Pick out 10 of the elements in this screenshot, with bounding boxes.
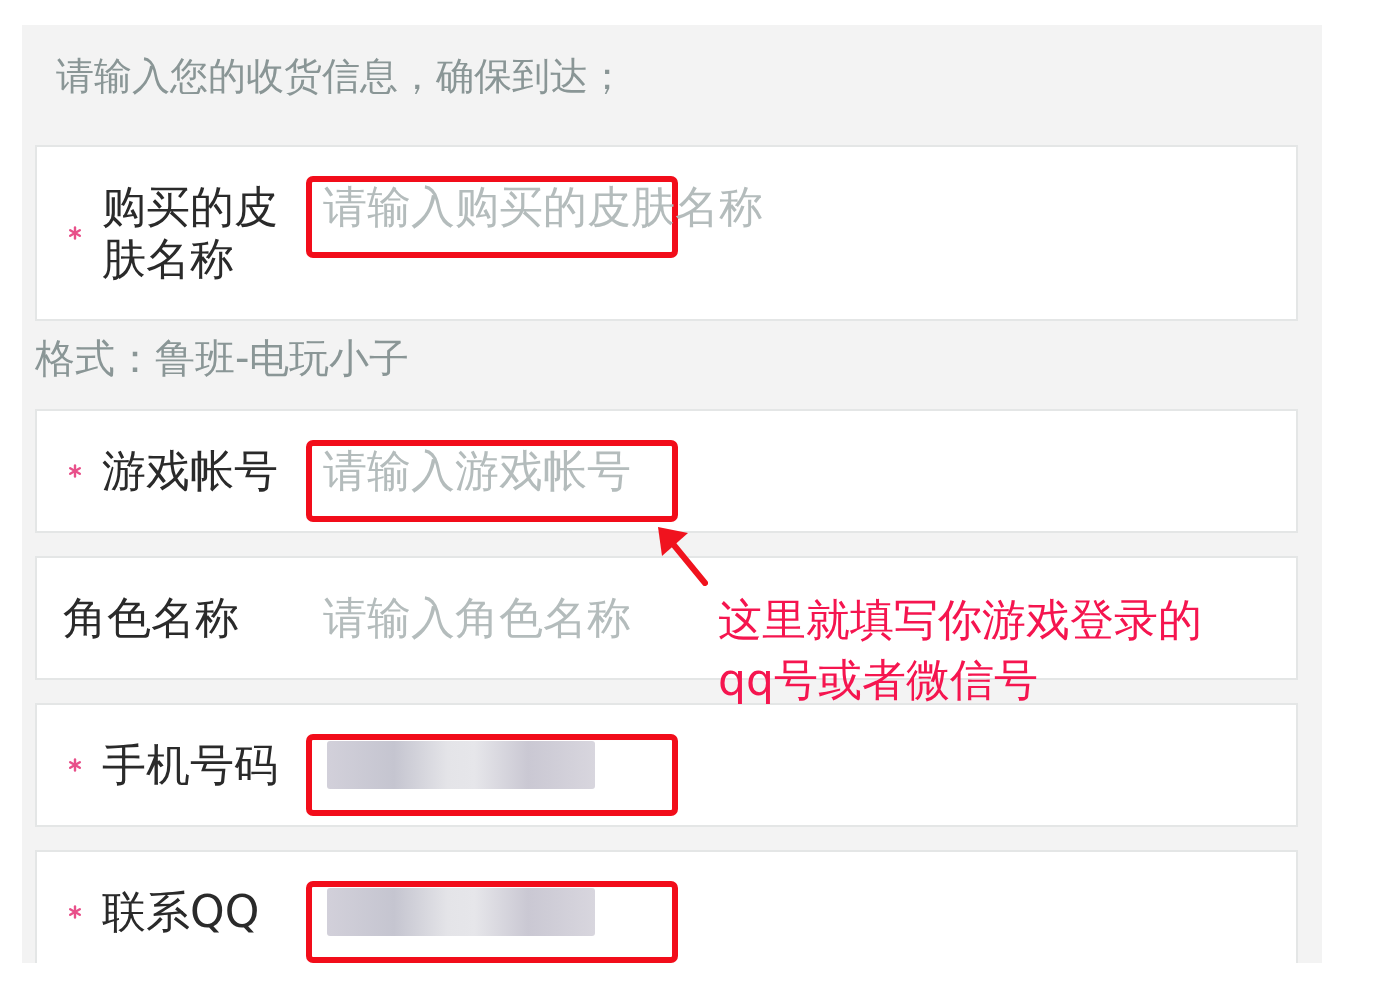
field-label: 购买的皮肤名称 (102, 181, 279, 285)
annotation-note: 这里就填写你游戏登录的qq号或者微信号 (718, 593, 1203, 707)
hint-text: 格式：鲁班-电玩小子 (35, 334, 411, 383)
input-field[interactable]: 请输入游戏帐号 (323, 445, 640, 497)
field-label: 游戏帐号 (102, 445, 279, 497)
field-label: 角色名称 (63, 592, 240, 644)
input-field[interactable]: 请输入角色名称 (323, 592, 640, 644)
field-label: 联系QQ (102, 886, 261, 938)
field-label: 手机号码 (102, 739, 279, 791)
intro-text: 请输入您的收货信息，确保到达； (55, 53, 627, 100)
